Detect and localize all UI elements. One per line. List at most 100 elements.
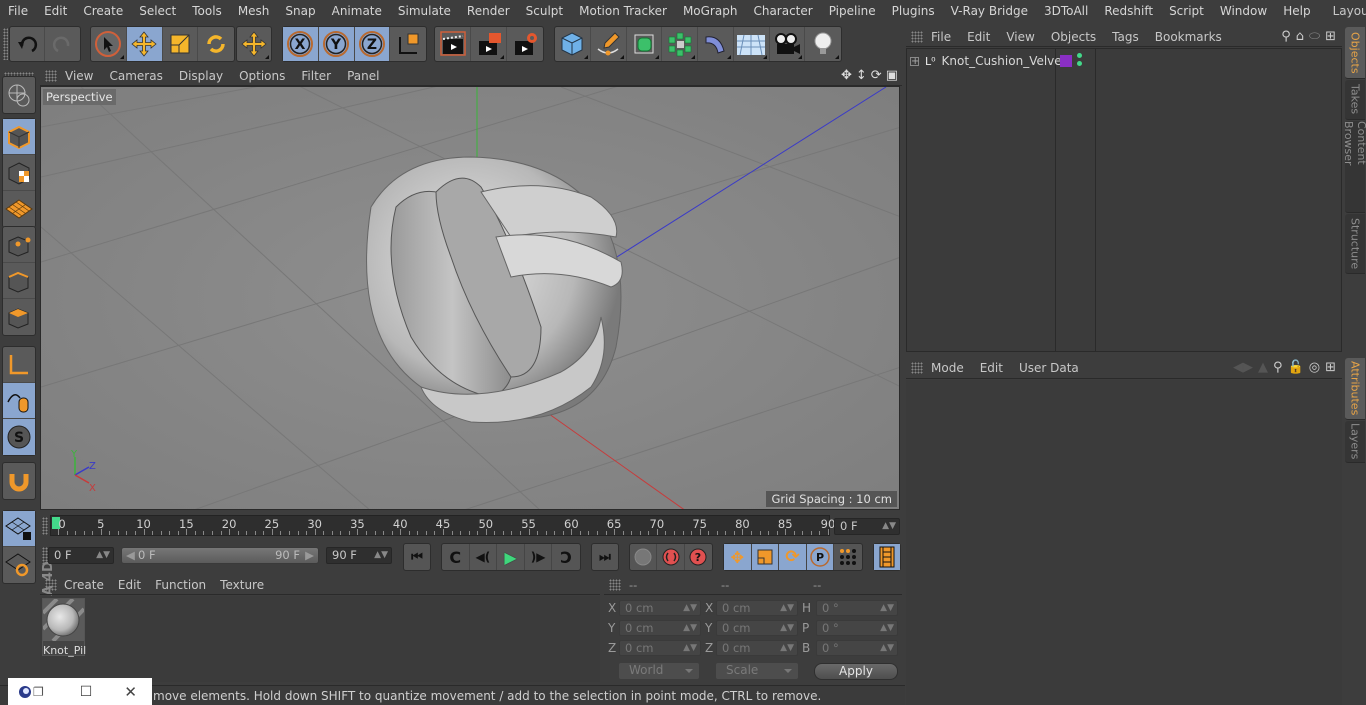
spinner-icon[interactable]: ▲▼	[882, 519, 896, 534]
menu-select[interactable]: Select	[131, 4, 184, 18]
spinner-icon[interactable]: ▲▼	[683, 641, 697, 655]
workplane-mode-button[interactable]	[3, 191, 35, 227]
tab-layers[interactable]: Layers	[1345, 421, 1365, 463]
size-x-field[interactable]: 0 cm ▲▼	[716, 600, 798, 616]
pos-x-field[interactable]: 0 cm ▲▼	[619, 600, 701, 616]
material-tag-icon[interactable]	[1060, 55, 1072, 67]
menu-vray-bridge[interactable]: V-Ray Bridge	[943, 4, 1036, 18]
menu-window[interactable]: Window	[1212, 4, 1275, 18]
spinner-icon[interactable]: ▲▼	[780, 621, 794, 635]
attribute-menu-edit[interactable]: Edit	[972, 361, 1011, 375]
close-window-icon[interactable]: ✕	[124, 683, 137, 701]
play-forward-button[interactable]: ▶	[497, 544, 525, 570]
timeline-grip[interactable]	[42, 517, 48, 535]
key-scale-button[interactable]	[751, 544, 780, 570]
bend-deformer-button[interactable]	[698, 27, 734, 61]
timeline-ruler[interactable]: 0 5 10 15 20 25 30 35 40 45 50 55 60 65 70 75 80 85 90	[50, 515, 835, 536]
pos-z-field[interactable]: 0 cm ▲▼	[619, 640, 701, 656]
texture-mode-button[interactable]	[3, 155, 35, 191]
restore-window-icon[interactable]: ❐	[33, 685, 44, 699]
points-mode-button[interactable]	[3, 227, 35, 263]
next-frame-button[interactable]: )▶	[525, 544, 553, 570]
viewport-menu-panel[interactable]: Panel	[339, 69, 387, 83]
timeline-window-button[interactable]	[874, 544, 900, 570]
key-parameter-button[interactable]: P	[806, 544, 835, 570]
viewport-menu-cameras[interactable]: Cameras	[101, 69, 170, 83]
toolbar-grip[interactable]	[3, 28, 8, 60]
lock-icon[interactable]: 🔓	[1288, 360, 1304, 375]
y-axis-button[interactable]: Y	[318, 27, 355, 61]
z-axis-button[interactable]: Z	[354, 27, 391, 61]
rotate-view-icon[interactable]: ⟳	[871, 68, 882, 83]
spinner-icon[interactable]: ▲▼	[683, 621, 697, 635]
key-pla-button[interactable]	[834, 544, 862, 570]
size-z-field[interactable]: 0 cm ▲▼	[716, 640, 798, 656]
collapse-icon[interactable]: ⬭	[1309, 29, 1320, 44]
tab-structure[interactable]: Structure	[1345, 214, 1365, 274]
pan-view-icon[interactable]: ✥	[841, 68, 852, 83]
current-frame-field[interactable]: 0 F ▲▼	[834, 518, 900, 535]
go-to-start-button[interactable]: ⏮	[404, 544, 430, 570]
toggle-layout-icon[interactable]: ▣	[886, 68, 898, 83]
material-menu-create[interactable]: Create	[57, 578, 111, 592]
menu-edit[interactable]: Edit	[36, 4, 75, 18]
pos-y-field[interactable]: 0 cm ▲▼	[619, 620, 701, 636]
new-panel-icon[interactable]: ⊞	[1325, 360, 1336, 375]
recent-tool-button[interactable]	[237, 27, 271, 61]
lock-workplane-button[interactable]	[3, 511, 35, 547]
previous-key-button[interactable]: C	[442, 544, 470, 570]
object-menu-view[interactable]: View	[998, 30, 1042, 44]
material-menu-function[interactable]: Function	[148, 578, 213, 592]
coordinate-system-button[interactable]	[390, 27, 426, 61]
menu-file[interactable]: File	[0, 4, 36, 18]
menu-animate[interactable]: Animate	[324, 4, 390, 18]
render-visibility-dot[interactable]	[1077, 61, 1082, 66]
render-settings-button[interactable]	[507, 27, 543, 61]
material-manager-grip[interactable]	[45, 578, 57, 591]
menu-redshift[interactable]: Redshift	[1096, 4, 1161, 18]
object-manager-grip[interactable]	[911, 30, 923, 43]
undo-button[interactable]	[10, 27, 46, 61]
menu-script[interactable]: Script	[1161, 4, 1212, 18]
material-swatch[interactable]: Knot_Pil	[41, 597, 86, 657]
menu-snap[interactable]: Snap	[277, 4, 323, 18]
object-menu-tags[interactable]: Tags	[1104, 30, 1147, 44]
go-to-end-button[interactable]: ⏭	[592, 544, 618, 570]
preview-range-slider[interactable]: ◀ 0 F 90 F ▶	[121, 547, 319, 564]
cloner-button[interactable]	[662, 27, 698, 61]
viewport-grip[interactable]	[45, 69, 57, 82]
range-left-arrow-icon[interactable]: ◀	[126, 548, 135, 563]
menu-simulate[interactable]: Simulate	[390, 4, 459, 18]
tweak-mode-button[interactable]	[3, 383, 35, 419]
end-frame-field[interactable]: 90 F ▲▼	[326, 547, 392, 564]
object-row[interactable]: + L⁰ Knot_Cushion_Velvet	[907, 51, 1341, 71]
rot-b-field[interactable]: 0 ° ▲▼	[816, 640, 898, 656]
viewport-menu-filter[interactable]: Filter	[293, 69, 339, 83]
apply-button[interactable]: Apply	[814, 663, 898, 680]
rotate-button[interactable]	[198, 27, 234, 61]
live-selection-button[interactable]	[91, 27, 127, 61]
menu-mograph[interactable]: MoGraph	[675, 4, 746, 18]
render-view-button[interactable]	[435, 27, 471, 61]
menu-help[interactable]: Help	[1275, 4, 1318, 18]
menu-create[interactable]: Create	[75, 4, 131, 18]
cube-button[interactable]	[555, 27, 591, 61]
coordinate-space-dropdown[interactable]: World	[619, 663, 699, 679]
scale-button[interactable]	[163, 27, 199, 61]
edges-mode-button[interactable]	[3, 263, 35, 299]
floor-button[interactable]	[734, 27, 770, 61]
nav-back-icon[interactable]: ◀▶	[1233, 360, 1253, 375]
attribute-menu-user-data[interactable]: User Data	[1011, 361, 1087, 375]
new-panel-icon[interactable]: ⊞	[1325, 29, 1336, 44]
spinner-icon[interactable]: ▲▼	[96, 548, 110, 563]
object-menu-bookmarks[interactable]: Bookmarks	[1147, 30, 1230, 44]
move-button[interactable]	[126, 27, 163, 61]
target-icon[interactable]: ◎	[1309, 360, 1320, 375]
rot-h-field[interactable]: 0 ° ▲▼	[816, 600, 898, 616]
tab-objects[interactable]: Objects	[1345, 27, 1365, 79]
spinner-icon[interactable]: ▲▼	[374, 548, 388, 563]
menu-motion-tracker[interactable]: Motion Tracker	[571, 4, 675, 18]
model-mode-button[interactable]	[3, 119, 35, 155]
subdivision-surface-button[interactable]	[627, 27, 663, 61]
object-menu-file[interactable]: File	[923, 30, 959, 44]
